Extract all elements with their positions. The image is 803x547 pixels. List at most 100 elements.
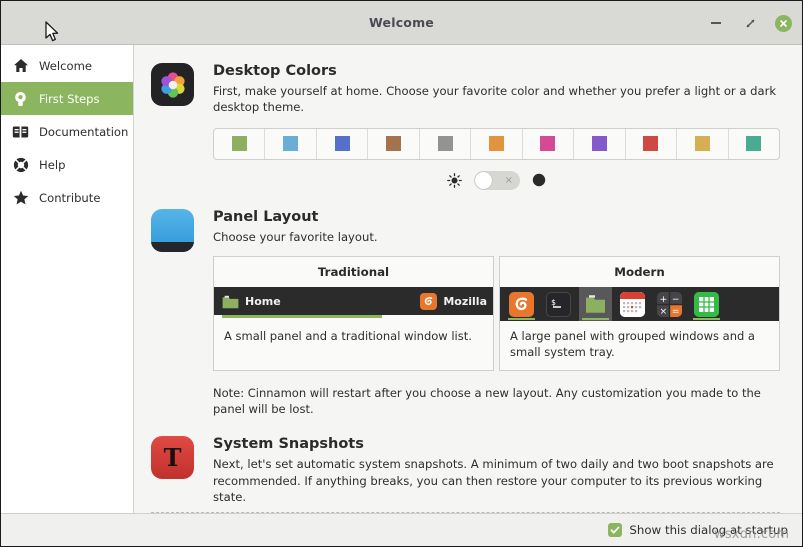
toggle-knob — [475, 171, 492, 189]
layout-card-description: A small panel and a traditional window l… — [224, 329, 472, 344]
calculator-icon: + − × = — [657, 291, 682, 317]
swatch-chip — [643, 136, 659, 152]
layout-preview-modern: $ + − × = — [500, 287, 779, 322]
spreadsheet-icon — [694, 291, 719, 317]
color-swatch-grey[interactable] — [420, 128, 472, 159]
section-title: Panel Layout — [213, 208, 319, 225]
sidebar-item-welcome[interactable]: Welcome — [1, 49, 133, 82]
panel-slot — [505, 287, 538, 321]
color-swatch-row — [213, 127, 780, 160]
panel-icon — [151, 208, 194, 252]
traditional-panel-preview: Home Mozilla — [214, 287, 493, 319]
section-icon-wrap: T — [151, 436, 197, 505]
sidebar-item-label: First Steps — [39, 91, 100, 106]
minimize-button[interactable] — [707, 14, 725, 32]
folder-icon — [222, 294, 239, 309]
panel-window-label: Home — [245, 294, 281, 308]
sidebar-item-help[interactable]: Help — [1, 148, 133, 181]
color-swatch-pink[interactable] — [523, 128, 575, 159]
section-title: System Snapshots — [213, 436, 364, 453]
startup-checkbox-wrap[interactable]: Show this dialog at startup — [608, 523, 788, 537]
panel-layout-note: Note: Cinnamon will restart after you ch… — [213, 385, 761, 416]
sidebar-item-label: Help — [39, 157, 66, 172]
layout-card-modern[interactable]: Modern $ + − × = A large panel with grou… — [499, 256, 780, 371]
color-swatch-teal[interactable] — [729, 129, 779, 159]
content-area: Desktop Colors First, make yourself at h… — [134, 45, 802, 513]
theme-toggle-row: × — [213, 170, 780, 190]
sidebar-item-label: Contribute — [39, 190, 101, 205]
maximize-button[interactable] — [741, 14, 759, 32]
modern-panel-preview: $ + − × = — [500, 287, 779, 322]
startup-checkbox[interactable] — [608, 523, 623, 537]
swatch-chip — [386, 136, 402, 152]
section-icon-wrap — [151, 208, 197, 417]
swatch-chip — [437, 136, 453, 152]
panel-slot: $ — [542, 287, 575, 321]
color-swatch-brown[interactable] — [368, 128, 420, 159]
firefox-icon — [509, 291, 534, 317]
window-body: Welcome First Steps Documentation Help C… — [1, 45, 802, 513]
star-icon — [12, 189, 29, 206]
color-swatch-purple[interactable] — [574, 128, 626, 159]
layout-card-title: Traditional — [317, 265, 390, 280]
sidebar: Welcome First Steps Documentation Help C… — [1, 45, 134, 513]
layout-card-title: Modern — [614, 265, 665, 280]
section-panel-layout: Panel Layout Choose your favorite layout… — [151, 208, 780, 417]
lightbulb-icon — [12, 90, 29, 107]
timeshift-icon: T — [151, 436, 194, 480]
panel-slot — [616, 287, 649, 321]
sun-icon — [447, 173, 462, 188]
firefox-icon — [420, 292, 438, 310]
title-bar[interactable]: Welcome — [1, 1, 802, 45]
mouse-cursor — [45, 21, 59, 46]
calendar-icon — [620, 291, 645, 317]
svg-text:$: $ — [551, 298, 556, 307]
svg-text:−: − — [672, 295, 680, 305]
sidebar-item-first-steps[interactable]: First Steps — [1, 82, 133, 115]
color-swatch-red[interactable] — [626, 128, 678, 159]
swatch-chip — [231, 136, 247, 152]
panel-window-label: Mozilla — [443, 294, 487, 308]
section-icon-wrap — [151, 63, 197, 190]
swatch-chip — [591, 136, 607, 152]
dark-mode-toggle[interactable]: × — [474, 170, 520, 190]
panel-slot — [690, 287, 723, 321]
window-controls — [707, 1, 792, 45]
layout-card-traditional[interactable]: Traditional Home Mozilla A small panel a… — [213, 256, 494, 371]
panel-window-button: Mozilla — [420, 292, 493, 310]
section-body: Panel Layout Choose your favorite layout… — [213, 209, 780, 417]
panel-active-indicator — [222, 315, 382, 319]
sidebar-item-contribute[interactable]: Contribute — [1, 181, 133, 214]
terminal-icon: $ — [546, 291, 571, 317]
color-swatch-blue[interactable] — [317, 128, 369, 159]
timeshift-glyph: T — [163, 443, 182, 473]
section-desktop-colors: Desktop Colors First, make yourself at h… — [151, 63, 780, 190]
close-button[interactable] — [775, 14, 792, 32]
layout-card-description: A large panel with grouped windows and a… — [510, 329, 755, 360]
lifebuoy-icon — [12, 156, 29, 173]
color-swatch-yellow[interactable] — [677, 128, 729, 159]
color-swatch-sky[interactable] — [265, 128, 317, 159]
folder-icon — [583, 292, 608, 317]
color-swatch-green[interactable] — [214, 128, 266, 159]
section-body: System Snapshots Next, let's set automat… — [213, 436, 780, 505]
book-icon — [12, 123, 29, 140]
window-title: Welcome — [368, 15, 434, 30]
section-description: Next, let's set automatic system snapsho… — [213, 457, 774, 505]
sidebar-item-label: Welcome — [39, 58, 93, 73]
panel-active-indicator — [508, 317, 535, 321]
panel-window-button: Home — [222, 294, 281, 309]
sidebar-item-label: Documentation — [39, 124, 129, 139]
panel-slot: + − × = — [653, 287, 686, 321]
color-swatch-orange[interactable] — [471, 128, 523, 159]
section-description: Choose your favorite layout. — [213, 229, 378, 244]
panel-slot — [579, 287, 612, 322]
swatch-chip — [334, 136, 350, 152]
home-icon — [12, 57, 29, 74]
sidebar-item-documentation[interactable]: Documentation — [1, 115, 133, 148]
swatch-chip — [746, 136, 762, 152]
layout-cards: Traditional Home Mozilla A small panel a… — [213, 256, 780, 371]
section-body: Desktop Colors First, make yourself at h… — [213, 63, 780, 190]
page-title: Desktop Colors — [213, 63, 337, 79]
swatch-chip — [283, 136, 299, 152]
